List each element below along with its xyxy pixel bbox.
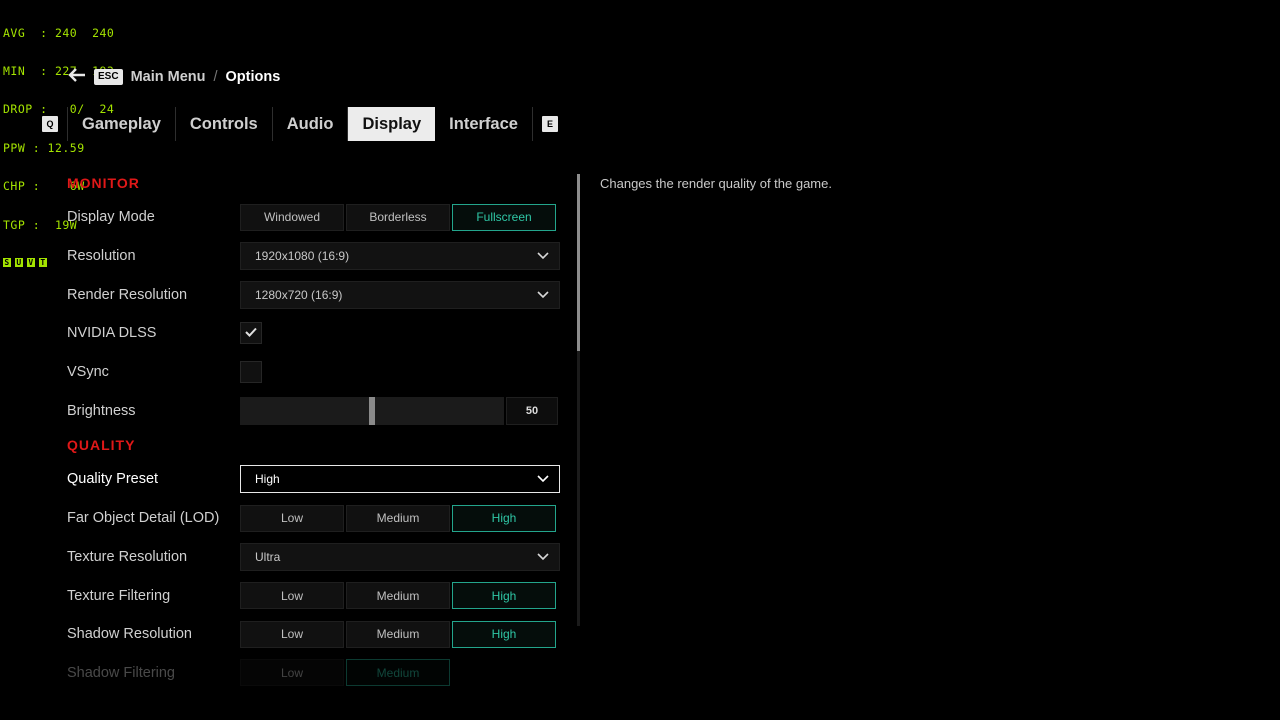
back-arrow-icon[interactable] [68,68,86,86]
far-object-detail-high-button[interactable]: High [452,504,556,532]
brightness-slider[interactable] [240,396,504,425]
settings-list: MONITOR Display Mode Windowed Borderless… [67,168,567,692]
tab-audio[interactable]: Audio [273,107,348,141]
section-quality-title: QUALITY [67,437,136,454]
render-resolution-row: Render Resolution 1280x720 (16:9) [67,275,567,314]
shadow-resolution-medium-button[interactable]: Medium [346,620,450,648]
shadow-resolution-selector: Low Medium High [240,620,556,648]
tab-next-key-hint[interactable]: E [541,116,558,132]
esc-key-hint[interactable]: ESC [94,69,123,85]
far-object-detail-row: Far Object Detail (LOD) Low Medium High [67,499,567,538]
texture-filtering-low-button[interactable]: Low [240,582,344,610]
display-mode-fullscreen-button[interactable]: Fullscreen [452,203,556,231]
resolution-value: 1920x1080 (16:9) [255,249,350,264]
chevron-down-icon [537,288,549,302]
tab-gameplay[interactable]: Gameplay [68,107,175,141]
tab-display[interactable]: Display [348,107,436,141]
tab-prev-key-hint[interactable]: Q [42,116,58,132]
checkmark-icon [245,324,257,342]
setting-description: Changes the render quality of the game. [600,176,832,191]
texture-filtering-row: Texture Filtering Low Medium High [67,576,567,615]
tab-controls[interactable]: Controls [176,107,272,141]
chevron-down-icon [537,550,549,564]
perf-key: V [27,257,35,267]
dlss-label: NVIDIA DLSS [67,325,157,342]
chevron-down-icon [537,472,549,486]
display-mode-row: Display Mode Windowed Borderless Fullscr… [67,198,567,237]
options-tabs: Q Gameplay Controls Audio Display Interf… [42,107,558,141]
section-monitor-title: MONITOR [67,175,140,191]
perf-line-avg: AVG : 240 240 [3,25,115,40]
quality-preset-value: High [255,472,280,487]
shadow-filtering-row: Shadow Filtering Low Medium [67,654,567,693]
texture-resolution-value: Ultra [255,549,281,564]
brightness-row: Brightness 50 [67,391,567,430]
render-resolution-label: Render Resolution [67,286,188,303]
display-mode-windowed-button[interactable]: Windowed [240,203,344,231]
shadow-filtering-selector: Low Medium [240,659,450,687]
far-object-detail-low-button[interactable]: Low [240,504,344,532]
quality-preset-row: Quality Preset High [67,460,567,499]
shadow-resolution-high-button[interactable]: High [452,620,556,648]
dlss-row: NVIDIA DLSS [67,314,567,353]
breadcrumb-separator: / [213,69,218,85]
vsync-checkbox[interactable] [240,361,262,384]
texture-filtering-high-button[interactable]: High [452,582,556,610]
shadow-resolution-row: Shadow Resolution Low Medium High [67,615,567,654]
perf-key: U [15,257,23,267]
resolution-row: Resolution 1920x1080 (16:9) [67,237,567,276]
settings-scrollbar[interactable] [577,174,580,626]
breadcrumb: ESC Main Menu / Options [68,67,280,87]
perf-key: S [3,257,11,267]
render-resolution-value: 1280x720 (16:9) [255,287,343,302]
perf-key: T [39,257,47,267]
display-mode-selector: Windowed Borderless Fullscreen [240,203,556,231]
far-object-detail-selector: Low Medium High [240,504,556,532]
resolution-dropdown[interactable]: 1920x1080 (16:9) [240,242,560,271]
chevron-down-icon [537,249,549,263]
shadow-resolution-label: Shadow Resolution [67,626,192,643]
tab-divider [531,107,533,141]
quality-preset-dropdown[interactable]: High [240,465,560,494]
shadow-filtering-low-button[interactable]: Low [240,659,344,687]
shadow-filtering-label: Shadow Filtering [67,664,175,681]
perf-line-ppw: PPW : 12.59 [3,140,85,155]
texture-filtering-label: Texture Filtering [67,587,171,604]
vsync-label: VSync [67,364,109,381]
far-object-detail-medium-button[interactable]: Medium [346,504,450,532]
vsync-row: VSync [67,353,567,392]
brightness-slider-handle[interactable] [369,396,375,425]
texture-filtering-medium-button[interactable]: Medium [346,582,450,610]
display-mode-borderless-button[interactable]: Borderless [346,203,450,231]
texture-resolution-row: Texture Resolution Ultra [67,538,567,577]
shadow-resolution-low-button[interactable]: Low [240,620,344,648]
shadow-filtering-medium-button[interactable]: Medium [346,659,450,687]
texture-resolution-label: Texture Resolution [67,548,188,565]
settings-scrollbar-thumb[interactable] [577,174,580,351]
brightness-label: Brightness [67,402,136,419]
brightness-value: 50 [506,396,558,425]
quality-preset-label: Quality Preset [67,471,159,488]
render-resolution-dropdown[interactable]: 1280x720 (16:9) [240,280,560,309]
display-mode-label: Display Mode [67,209,155,226]
breadcrumb-options: Options [225,69,281,85]
far-object-detail-label: Far Object Detail (LOD) [67,510,220,527]
texture-filtering-selector: Low Medium High [240,582,556,610]
breadcrumb-main-menu[interactable]: Main Menu [131,69,206,85]
tab-interface[interactable]: Interface [435,107,532,141]
dlss-checkbox[interactable] [240,322,262,345]
resolution-label: Resolution [67,248,136,265]
texture-resolution-dropdown[interactable]: Ultra [240,542,560,571]
